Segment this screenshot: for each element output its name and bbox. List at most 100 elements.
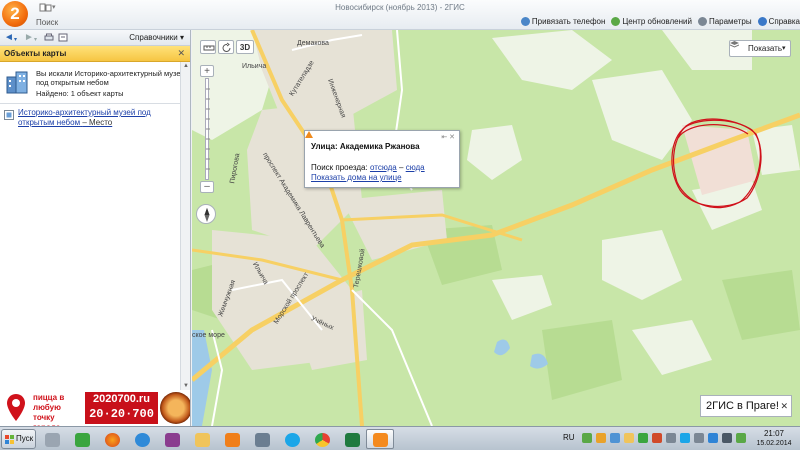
taskbar-app-winrar[interactable] <box>158 429 186 449</box>
network-icon[interactable] <box>708 433 718 443</box>
popup-street-label: Улица: <box>311 142 338 151</box>
taskbar-app-ie[interactable] <box>128 429 156 449</box>
results-count: Найдено: 1 объект карты <box>36 89 124 98</box>
rotate-button[interactable] <box>218 40 234 54</box>
map-canvas <box>192 30 800 426</box>
directories-label: Справочники <box>129 33 178 42</box>
promo-badge-label[interactable]: 2ГИС в Праге! <box>706 400 779 412</box>
export-icon[interactable] <box>58 33 68 45</box>
tray-icon-9[interactable] <box>694 433 704 443</box>
tray-icon-5[interactable] <box>638 433 648 443</box>
popup-route: Поиск проезда: отсюда – сюда <box>311 163 425 172</box>
skype-icon <box>285 433 300 447</box>
ruler-button[interactable] <box>200 40 216 54</box>
tray-icon-1[interactable] <box>582 433 592 443</box>
print-icon[interactable] <box>44 33 54 45</box>
update-center-button[interactable]: Центр обновлений <box>611 16 692 26</box>
bind-phone-label: Привязать телефон <box>531 16 606 26</box>
gear-icon <box>45 433 60 447</box>
map-pin-icon <box>7 394 25 421</box>
battery-icon[interactable] <box>736 433 746 443</box>
tray-icon-4[interactable] <box>624 433 634 443</box>
route-to-link[interactable]: сюда <box>406 163 425 172</box>
water-body <box>530 353 548 369</box>
top-toolbar: Привязать телефон Центр обновлений Парам… <box>520 14 800 28</box>
taskbar-app-skype[interactable] <box>278 429 306 449</box>
scroll-down-icon[interactable]: ▼ <box>182 382 190 390</box>
left-toolbar: ◄ ▾ ► ▾ Справочники ▾ <box>0 30 190 46</box>
close-icon[interactable]: ✕ <box>177 48 185 59</box>
taskbar: Пуск RU 21:07 15.02.2014 <box>0 426 800 450</box>
taskbar-app-chrome[interactable] <box>308 429 336 449</box>
taskbar-app-excel[interactable] <box>338 429 366 449</box>
tray-icon-6[interactable] <box>652 433 662 443</box>
firefox-icon <box>105 433 120 447</box>
search-summary: Вы искали Историко-архитектурный музей п… <box>0 62 190 104</box>
compass-button[interactable] <box>196 204 216 224</box>
clock-date: 15.02.2014 <box>756 440 792 447</box>
tray-icon-8[interactable] <box>680 433 690 443</box>
settings-button[interactable]: Параметры <box>697 16 752 26</box>
taskbar-app-settings[interactable] <box>38 429 66 449</box>
language-indicator[interactable]: RU <box>563 433 575 442</box>
close-icon[interactable]: ✕ <box>780 396 788 417</box>
search-label[interactable]: Поиск <box>36 18 58 27</box>
media-player-icon <box>225 433 240 447</box>
back-dropdown-icon[interactable]: ▾ <box>14 35 17 45</box>
street-label: Демакова <box>297 40 329 47</box>
ad-phone: 20·20·700 <box>89 407 154 421</box>
layers-icon <box>730 41 739 48</box>
tray-icon-7[interactable] <box>666 433 676 443</box>
volume-icon[interactable] <box>722 433 732 443</box>
title-bar: 2 ▾ Поиск Новосибирск (ноябрь 2013) - 2Г… <box>0 0 800 30</box>
show-houses-link[interactable]: Показать дома на улице <box>311 173 402 182</box>
clearing-area <box>492 275 552 320</box>
water-label: ское море <box>192 332 225 339</box>
forward-dropdown-icon[interactable]: ▾ <box>34 35 37 45</box>
taskbar-app-bonus[interactable] <box>68 429 96 449</box>
ruler-icon <box>203 45 215 51</box>
clearing-area <box>592 70 692 160</box>
start-button[interactable]: Пуск <box>1 429 36 449</box>
taskbar-app-firefox[interactable] <box>98 429 126 449</box>
zoom-slider[interactable] <box>205 78 210 180</box>
clock-time: 21:07 <box>763 429 785 438</box>
street-label: Ильича <box>242 63 267 70</box>
forward-arrow-icon[interactable]: ► <box>24 33 34 43</box>
compass-icon <box>204 208 210 222</box>
map-view[interactable]: Демакова Ильича Кутателадзе Инженерная п… <box>192 30 800 426</box>
layers-button[interactable]: Показать ▾ <box>729 40 791 57</box>
taskbar-app-explorer[interactable] <box>188 429 216 449</box>
rotate-icon <box>222 42 231 52</box>
help-button[interactable]: Справка <box>757 16 800 26</box>
zoom-in-button[interactable]: + <box>200 65 214 77</box>
place-type: – Место <box>82 118 113 127</box>
pizza-image <box>160 392 190 424</box>
map-objects-title: Объекты карты <box>4 49 67 58</box>
directories-menu[interactable]: Справочники ▾ <box>129 33 184 42</box>
route-separator: – <box>399 163 404 172</box>
3d-mode-button[interactable]: 3D <box>236 40 254 54</box>
tray-icon-3[interactable] <box>610 433 620 443</box>
taskbar-app-media[interactable] <box>218 429 246 449</box>
route-from-link[interactable]: отсюда <box>370 163 397 172</box>
bind-phone-button[interactable]: Привязать телефон <box>520 16 606 26</box>
ad-banner[interactable]: пицца в любую точку города 2020700.ru 20… <box>0 390 191 426</box>
taskbar-app-2gis[interactable] <box>366 429 394 449</box>
chevron-down-icon: ▾ <box>782 45 786 52</box>
clock[interactable]: 21:07 15.02.2014 <box>752 429 796 448</box>
zoom-out-button[interactable]: – <box>200 181 214 193</box>
left-panel: ◄ ▾ ► ▾ Справочники ▾ Объекты карты ✕ Вы… <box>0 30 191 390</box>
archive-icon <box>165 433 180 447</box>
promo-badge: 2ГИС в Праге! ✕ <box>700 395 792 417</box>
image-viewer-icon <box>255 433 270 447</box>
scroll-up-icon[interactable]: ▲ <box>182 62 190 70</box>
windows-logo-icon <box>5 435 14 444</box>
settings-label: Параметры <box>708 16 752 26</box>
taskbar-app-viewer[interactable] <box>248 429 276 449</box>
left-panel-scrollbar[interactable]: ▲ ▼ <box>180 62 190 390</box>
forest-patch <box>722 270 800 340</box>
back-arrow-icon[interactable]: ◄ <box>4 33 14 43</box>
tray-icon-2[interactable] <box>596 433 606 443</box>
popup-actions[interactable]: ⇤ ✕ <box>441 133 455 141</box>
